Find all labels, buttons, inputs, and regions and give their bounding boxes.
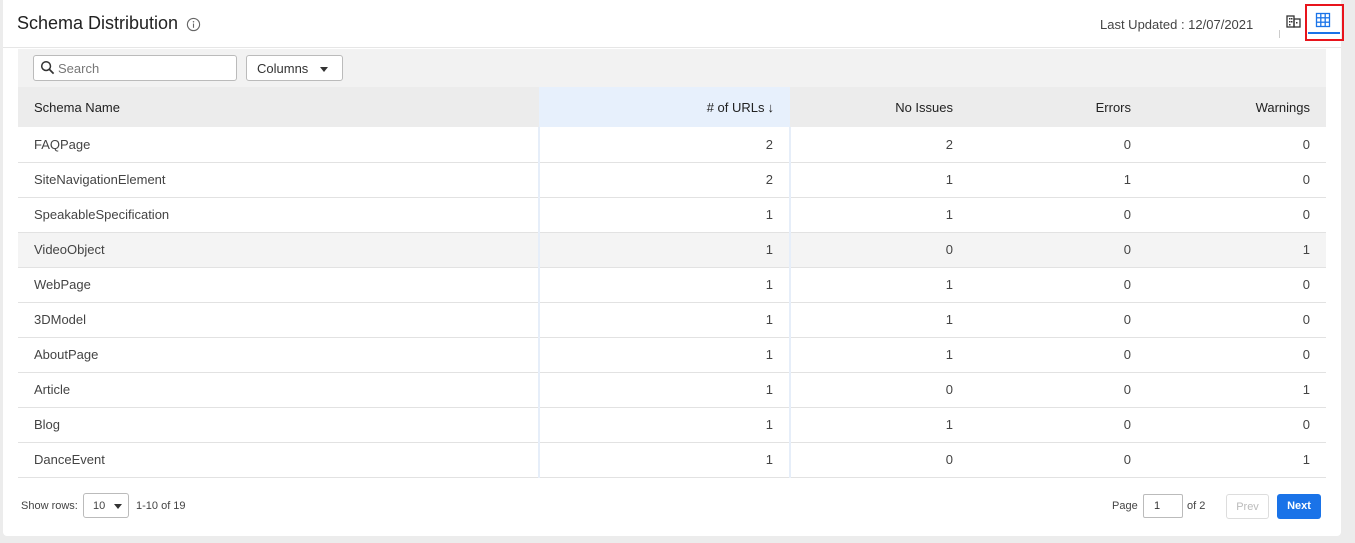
cell-warnings: 0 [1147,337,1326,373]
column-header-no-issues[interactable]: No Issues [790,87,969,127]
cell-errors: 0 [969,267,1147,303]
cell-errors: 0 [969,232,1147,268]
cell-schema-name: AboutPage [18,337,539,373]
cell-schema-name: DanceEvent [18,442,539,478]
cell-warnings: 0 [1147,267,1326,303]
table-row[interactable]: SiteNavigationElement 2 1 1 0 [18,162,1326,198]
cell-schema-name: SiteNavigationElement [18,162,539,198]
search-icon [40,60,55,75]
cell-urls: 1 [538,267,791,303]
column-header-urls[interactable]: # of URLs ↓ [539,87,790,127]
cell-schema-name: Article [18,372,539,408]
cell-urls: 2 [538,162,791,198]
table-row[interactable]: 3DModel 1 1 0 0 [18,302,1326,338]
table-row[interactable]: FAQPage 2 2 0 0 [18,127,1326,163]
card-header: Schema Distribution Last Updated : 12/07… [3,0,1344,48]
cell-urls: 1 [538,232,791,268]
last-updated-text: Last Updated : 12/07/2021 [1100,17,1254,32]
cell-no-issues: 1 [790,197,969,233]
cell-errors: 0 [969,442,1147,478]
cell-schema-name: SpeakableSpecification [18,197,539,233]
cell-urls: 1 [538,372,791,408]
cell-errors: 0 [969,407,1147,443]
table-row[interactable]: AboutPage 1 1 0 0 [18,337,1326,373]
schema-table: Schema Name # of URLs ↓ No Issues Errors … [18,87,1326,478]
cell-warnings: 0 [1147,407,1326,443]
cell-no-issues: 1 [790,267,969,303]
cell-schema-name: VideoObject [18,232,539,268]
cell-no-issues: 0 [790,372,969,408]
caret-down-icon [320,67,328,72]
cell-errors: 0 [969,127,1147,163]
table-row[interactable]: Article 1 0 0 1 [18,372,1326,408]
cell-warnings: 0 [1147,162,1326,198]
view-toggle-divider [1279,30,1280,38]
cell-no-issues: 0 [790,442,969,478]
active-view-underline [1308,32,1340,34]
page-title: Schema Distribution [17,13,179,33]
table-row[interactable]: Blog 1 1 0 0 [18,407,1326,443]
table-row[interactable]: SpeakableSpecification 1 1 0 0 [18,197,1326,233]
search-box[interactable] [33,55,237,81]
table-view-icon[interactable] [1315,12,1331,28]
columns-label: Columns [257,61,309,76]
caret-down-icon [114,504,122,509]
cell-urls: 1 [538,302,791,338]
cell-no-issues: 1 [790,407,969,443]
cell-errors: 0 [969,302,1147,338]
cell-warnings: 0 [1147,197,1326,233]
pagination-footer: Show rows: 10 1-10 of 19 Page of 2 Prev … [21,493,1331,519]
cell-urls: 1 [538,407,791,443]
show-rows-label: Show rows: [21,500,78,512]
table-header-row: Schema Name # of URLs ↓ No Issues Errors … [18,87,1326,127]
schema-distribution-card: Schema Distribution Last Updated : 12/07… [3,0,1344,536]
next-page-button[interactable]: Next [1277,494,1321,519]
cell-no-issues: 2 [790,127,969,163]
page-number-input[interactable] [1143,494,1183,518]
chart-view-icon[interactable] [1286,13,1302,29]
row-range-text: 1-10 of 19 [136,500,186,512]
rows-per-page-value: 10 [93,500,106,512]
cell-urls: 2 [538,127,791,163]
cell-no-issues: 1 [790,337,969,373]
cell-warnings: 1 [1147,372,1326,408]
search-input[interactable] [58,59,228,77]
total-pages-text: of 2 [1187,500,1206,512]
column-header-errors[interactable]: Errors [969,87,1147,127]
prev-page-button[interactable]: Prev [1226,494,1269,519]
cell-schema-name: WebPage [18,267,539,303]
sort-descending-icon: ↓ [767,99,775,115]
page-label: Page [1112,500,1138,512]
cell-no-issues: 1 [790,302,969,338]
table-row[interactable]: WebPage 1 1 0 0 [18,267,1326,303]
cell-errors: 0 [969,372,1147,408]
cell-urls: 1 [538,442,791,478]
cell-schema-name: Blog [18,407,539,443]
rows-per-page-select[interactable]: 10 [83,493,129,518]
cell-no-issues: 0 [790,232,969,268]
cell-errors: 0 [969,197,1147,233]
table-toolbar: Columns [18,49,1326,87]
cell-urls: 1 [538,197,791,233]
table-row[interactable]: DanceEvent 1 0 0 1 [18,442,1326,478]
cell-warnings: 0 [1147,127,1326,163]
cell-schema-name: FAQPage [18,127,539,163]
cell-errors: 1 [969,162,1147,198]
cell-urls: 1 [538,337,791,373]
cell-warnings: 1 [1147,442,1326,478]
table-row-hovered[interactable]: VideoObject 1 0 0 1 [18,232,1326,268]
info-icon[interactable] [186,17,201,32]
cell-schema-name: 3DModel [18,302,539,338]
columns-dropdown-button[interactable]: Columns [246,55,343,81]
cell-warnings: 1 [1147,232,1326,268]
cell-no-issues: 1 [790,162,969,198]
cell-warnings: 0 [1147,302,1326,338]
column-header-warnings[interactable]: Warnings [1147,87,1326,127]
column-header-schema-name[interactable]: Schema Name [18,87,539,127]
cell-errors: 0 [969,337,1147,373]
